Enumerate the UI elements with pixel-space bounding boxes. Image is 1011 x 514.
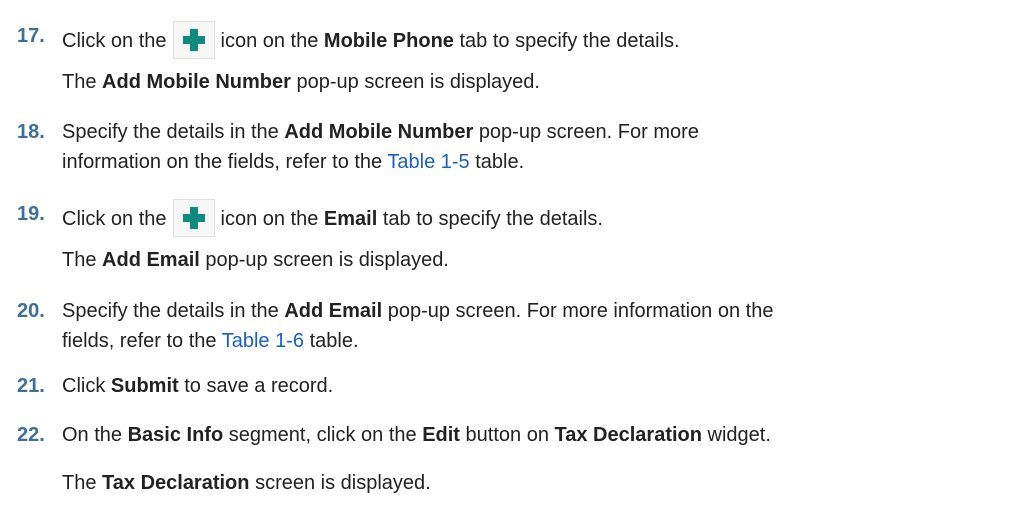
step-text: Click Submit to save a record. — [62, 375, 334, 397]
step-result: The Add Email pop-up screen is displayed… — [62, 249, 449, 271]
step-number: 20. — [17, 300, 45, 322]
plus-icon[interactable] — [172, 199, 215, 237]
step-result: The Tax Declaration screen is displayed. — [62, 472, 431, 494]
step-text: Specify the details in the Add Email pop… — [62, 300, 774, 352]
step-number: 21. — [17, 375, 45, 397]
step-text: Specify the details in the Add Mobile Nu… — [62, 121, 699, 173]
step-text: On the Basic Info segment, click on the … — [62, 424, 771, 446]
step-text: Click on the icon on the Mobile Phone tab… — [62, 21, 1001, 59]
step-result: The Add Mobile Number pop-up screen is d… — [62, 71, 540, 93]
step-number: 17. — [17, 25, 45, 47]
step-number: 18. — [17, 121, 45, 143]
step-number: 22. — [17, 424, 45, 446]
table-link[interactable]: Table 1-6 — [222, 330, 304, 352]
plus-icon[interactable] — [172, 21, 215, 59]
table-link[interactable]: Table 1-5 — [387, 151, 469, 173]
step-text: Click on the icon on the Email tab to spe… — [62, 199, 1001, 237]
step-number: 19. — [17, 203, 45, 225]
